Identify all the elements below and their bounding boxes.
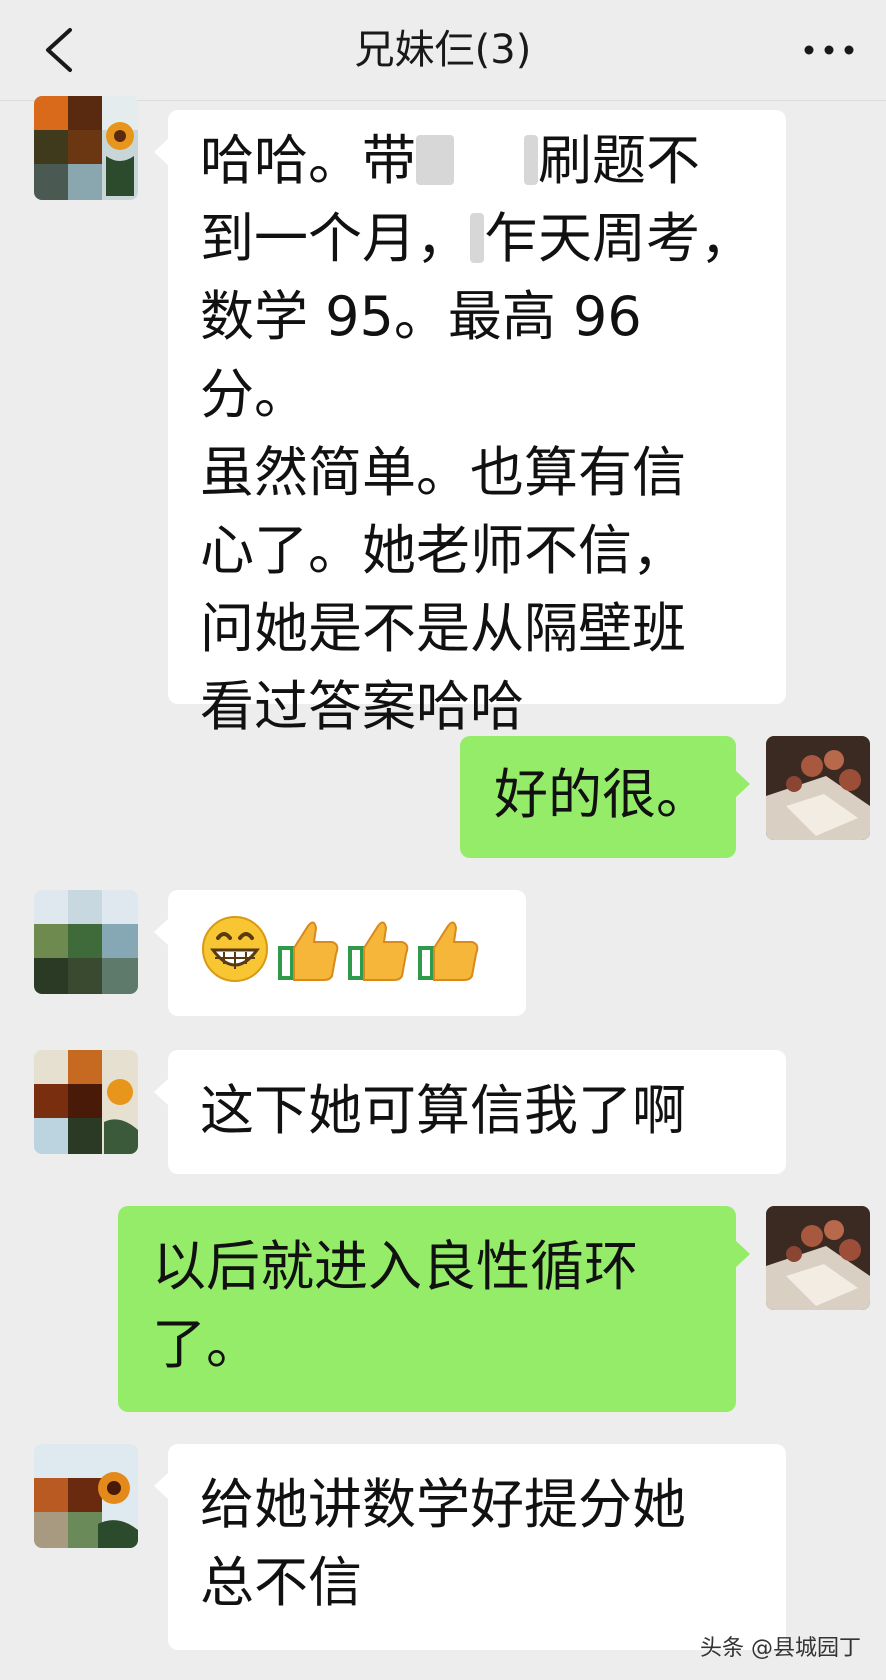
- emoji-row: [200, 914, 526, 984]
- thumbs-up-icon: [348, 921, 409, 981]
- more-button[interactable]: [800, 30, 858, 70]
- chat-title: 兄妹仨(3): [354, 27, 532, 73]
- avatar-sender-4[interactable]: [34, 1444, 138, 1548]
- message-bubble-4[interactable]: 这下她可算信我了啊: [154, 1050, 786, 1174]
- message-text-6: 给她讲数学好提分她 总不信: [200, 1473, 686, 1614]
- thumbs-up-icon: [278, 921, 339, 981]
- sunflower-avatar-icon: [34, 96, 138, 200]
- watermark: 头条 @县城园丁: [700, 1636, 861, 1661]
- message-bubble-3[interactable]: [154, 890, 526, 1016]
- thumbs-up-icon: [418, 921, 479, 981]
- chat-header: 兄妹仨(3): [0, 0, 886, 101]
- grinning-face-icon: [202, 916, 268, 982]
- roses-book-avatar-icon: [766, 736, 870, 840]
- more-dots-icon: [804, 45, 854, 55]
- message-bubble-5[interactable]: 以后就进入良性循环 了。: [118, 1206, 750, 1412]
- message-bubble-1[interactable]: 哈哈。带 刷题不 到一个月， 乍天周考， 数学 95。最高 96 分。 虽然简单。也…: [154, 110, 786, 738]
- landscape-avatar-icon: [34, 890, 138, 994]
- avatar-sender-1[interactable]: [34, 96, 138, 200]
- message-text-4: 这下她可算信我了啊: [200, 1079, 686, 1142]
- message-bubble-6[interactable]: 给她讲数学好提分她 总不信: [154, 1444, 786, 1650]
- avatar-self[interactable]: [766, 736, 870, 840]
- message-text-5: 以后就进入良性循环 了。: [152, 1235, 638, 1376]
- avatar-sender-2[interactable]: [34, 890, 138, 994]
- message-text-1: 哈哈。带 刷题不 到一个月， 乍天周考， 数学 95。最高 96 分。 虽然简单。也…: [200, 129, 754, 738]
- chat-screen: 兄妹仨(3) 哈哈。带 刷题不 到一个月， 乍天周考， 数学 95。最高 96 …: [0, 0, 886, 1680]
- redaction-mask: [416, 135, 454, 185]
- message-text-2: 好的很。: [494, 763, 710, 826]
- message-bubble-2[interactable]: 好的很。: [460, 736, 750, 858]
- sunflower-avatar-icon: [34, 1050, 138, 1154]
- avatar-self[interactable]: [766, 1206, 870, 1310]
- sunflower-avatar-icon: [34, 1444, 138, 1548]
- roses-book-avatar-icon: [766, 1206, 870, 1310]
- redaction-mask: [470, 213, 484, 263]
- redaction-mask: [524, 135, 538, 185]
- avatar-sender-3[interactable]: [34, 1050, 138, 1154]
